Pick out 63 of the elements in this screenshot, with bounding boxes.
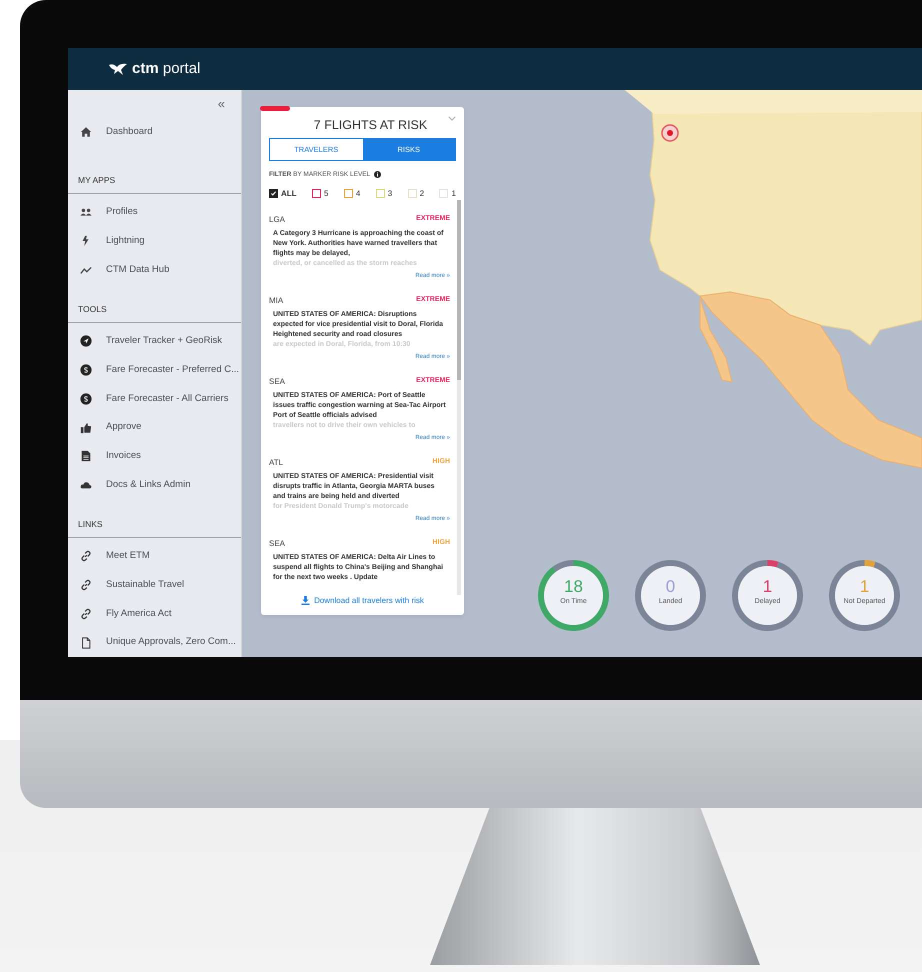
sidebar-item[interactable]: Invoices bbox=[68, 442, 241, 471]
checkbox-label: 4 bbox=[356, 188, 360, 200]
airport-code: MIA bbox=[269, 294, 284, 307]
airport-code: SEA bbox=[269, 376, 286, 388]
sidebar-item[interactable]: Unique Approvals, Zero Com... bbox=[68, 628, 241, 657]
sidebar-item[interactable]: Fare Forecaster - All Carriers bbox=[68, 384, 241, 414]
home-icon bbox=[80, 126, 92, 138]
sidebar-item[interactable]: Docs & Links Admin bbox=[68, 470, 241, 500]
section-heading: TOOLS bbox=[68, 292, 241, 322]
ring-track bbox=[732, 560, 803, 631]
chevron-down-icon[interactable] bbox=[448, 116, 456, 121]
checkbox-label: ALL bbox=[281, 188, 297, 200]
stat-value: 18 bbox=[564, 577, 583, 597]
trend-line-icon bbox=[80, 264, 92, 276]
checkbox-label: 3 bbox=[388, 188, 392, 200]
sidebar-item[interactable]: CTM Data Hub bbox=[68, 256, 241, 285]
checkbox[interactable] bbox=[344, 189, 353, 198]
ring-track bbox=[829, 560, 900, 631]
download-icon bbox=[301, 596, 310, 606]
checkbox[interactable] bbox=[312, 189, 321, 198]
checkbox[interactable] bbox=[269, 189, 278, 198]
link-icon bbox=[80, 578, 92, 591]
checkbox-label: 1 bbox=[451, 188, 456, 200]
sidebar-item[interactable]: Lightning bbox=[68, 227, 241, 256]
stat-value: 1 bbox=[762, 577, 772, 597]
sidebar-item[interactable]: Fly America Act bbox=[68, 599, 241, 628]
sidebar-item[interactable]: Approve bbox=[68, 413, 241, 442]
collapse-button[interactable]: « bbox=[218, 94, 225, 114]
progress-arc bbox=[864, 560, 876, 568]
ring-track bbox=[635, 560, 706, 631]
risk-marker-icon[interactable] bbox=[661, 124, 679, 142]
stat-value: 0 bbox=[666, 577, 676, 597]
ring-track bbox=[552, 560, 574, 572]
checkbox-label: 5 bbox=[324, 188, 328, 200]
link-icon bbox=[80, 608, 92, 620]
link-icon bbox=[80, 550, 92, 562]
sidebar-item[interactable]: Fare Forecaster - Preferred C... bbox=[68, 355, 241, 384]
checkbox-label: 2 bbox=[420, 188, 424, 200]
section-heading: MY APPS bbox=[68, 164, 241, 194]
airport-code: LGA bbox=[269, 214, 286, 226]
stat-value: 1 bbox=[860, 577, 870, 597]
sidebar-item[interactable]: Traveler Tracker + GeoRisk bbox=[68, 326, 241, 356]
progress-arc bbox=[538, 560, 609, 631]
progress-arc bbox=[767, 560, 778, 568]
bird-logo-icon bbox=[108, 62, 128, 76]
logo-text: ctm portal bbox=[132, 58, 200, 79]
airport-code: SEA bbox=[269, 538, 286, 550]
info-icon[interactable] bbox=[374, 171, 382, 178]
sidebar-item[interactable]: Sustainable Travel bbox=[68, 570, 241, 600]
sidebar-item[interactable]: Meet ETM bbox=[68, 542, 241, 570]
dollar-icon bbox=[80, 392, 92, 405]
sidebar-item[interactable]: Profiles bbox=[68, 198, 241, 227]
sidebar-item[interactable]: Dashboard bbox=[68, 118, 241, 146]
dollar-icon bbox=[80, 364, 92, 376]
download-link[interactable]: Download all travelers with risk bbox=[314, 594, 424, 607]
cloud-icon bbox=[80, 479, 92, 492]
panel-title: 7 FLIGHTS AT RISK bbox=[314, 117, 428, 134]
thumbs-up-icon bbox=[80, 422, 92, 434]
airport-code: ATL bbox=[269, 456, 284, 469]
document-icon bbox=[80, 450, 92, 462]
file-icon bbox=[80, 636, 92, 649]
section-heading: LINKS bbox=[68, 508, 241, 538]
scrollbar-thumb[interactable] bbox=[457, 200, 461, 380]
